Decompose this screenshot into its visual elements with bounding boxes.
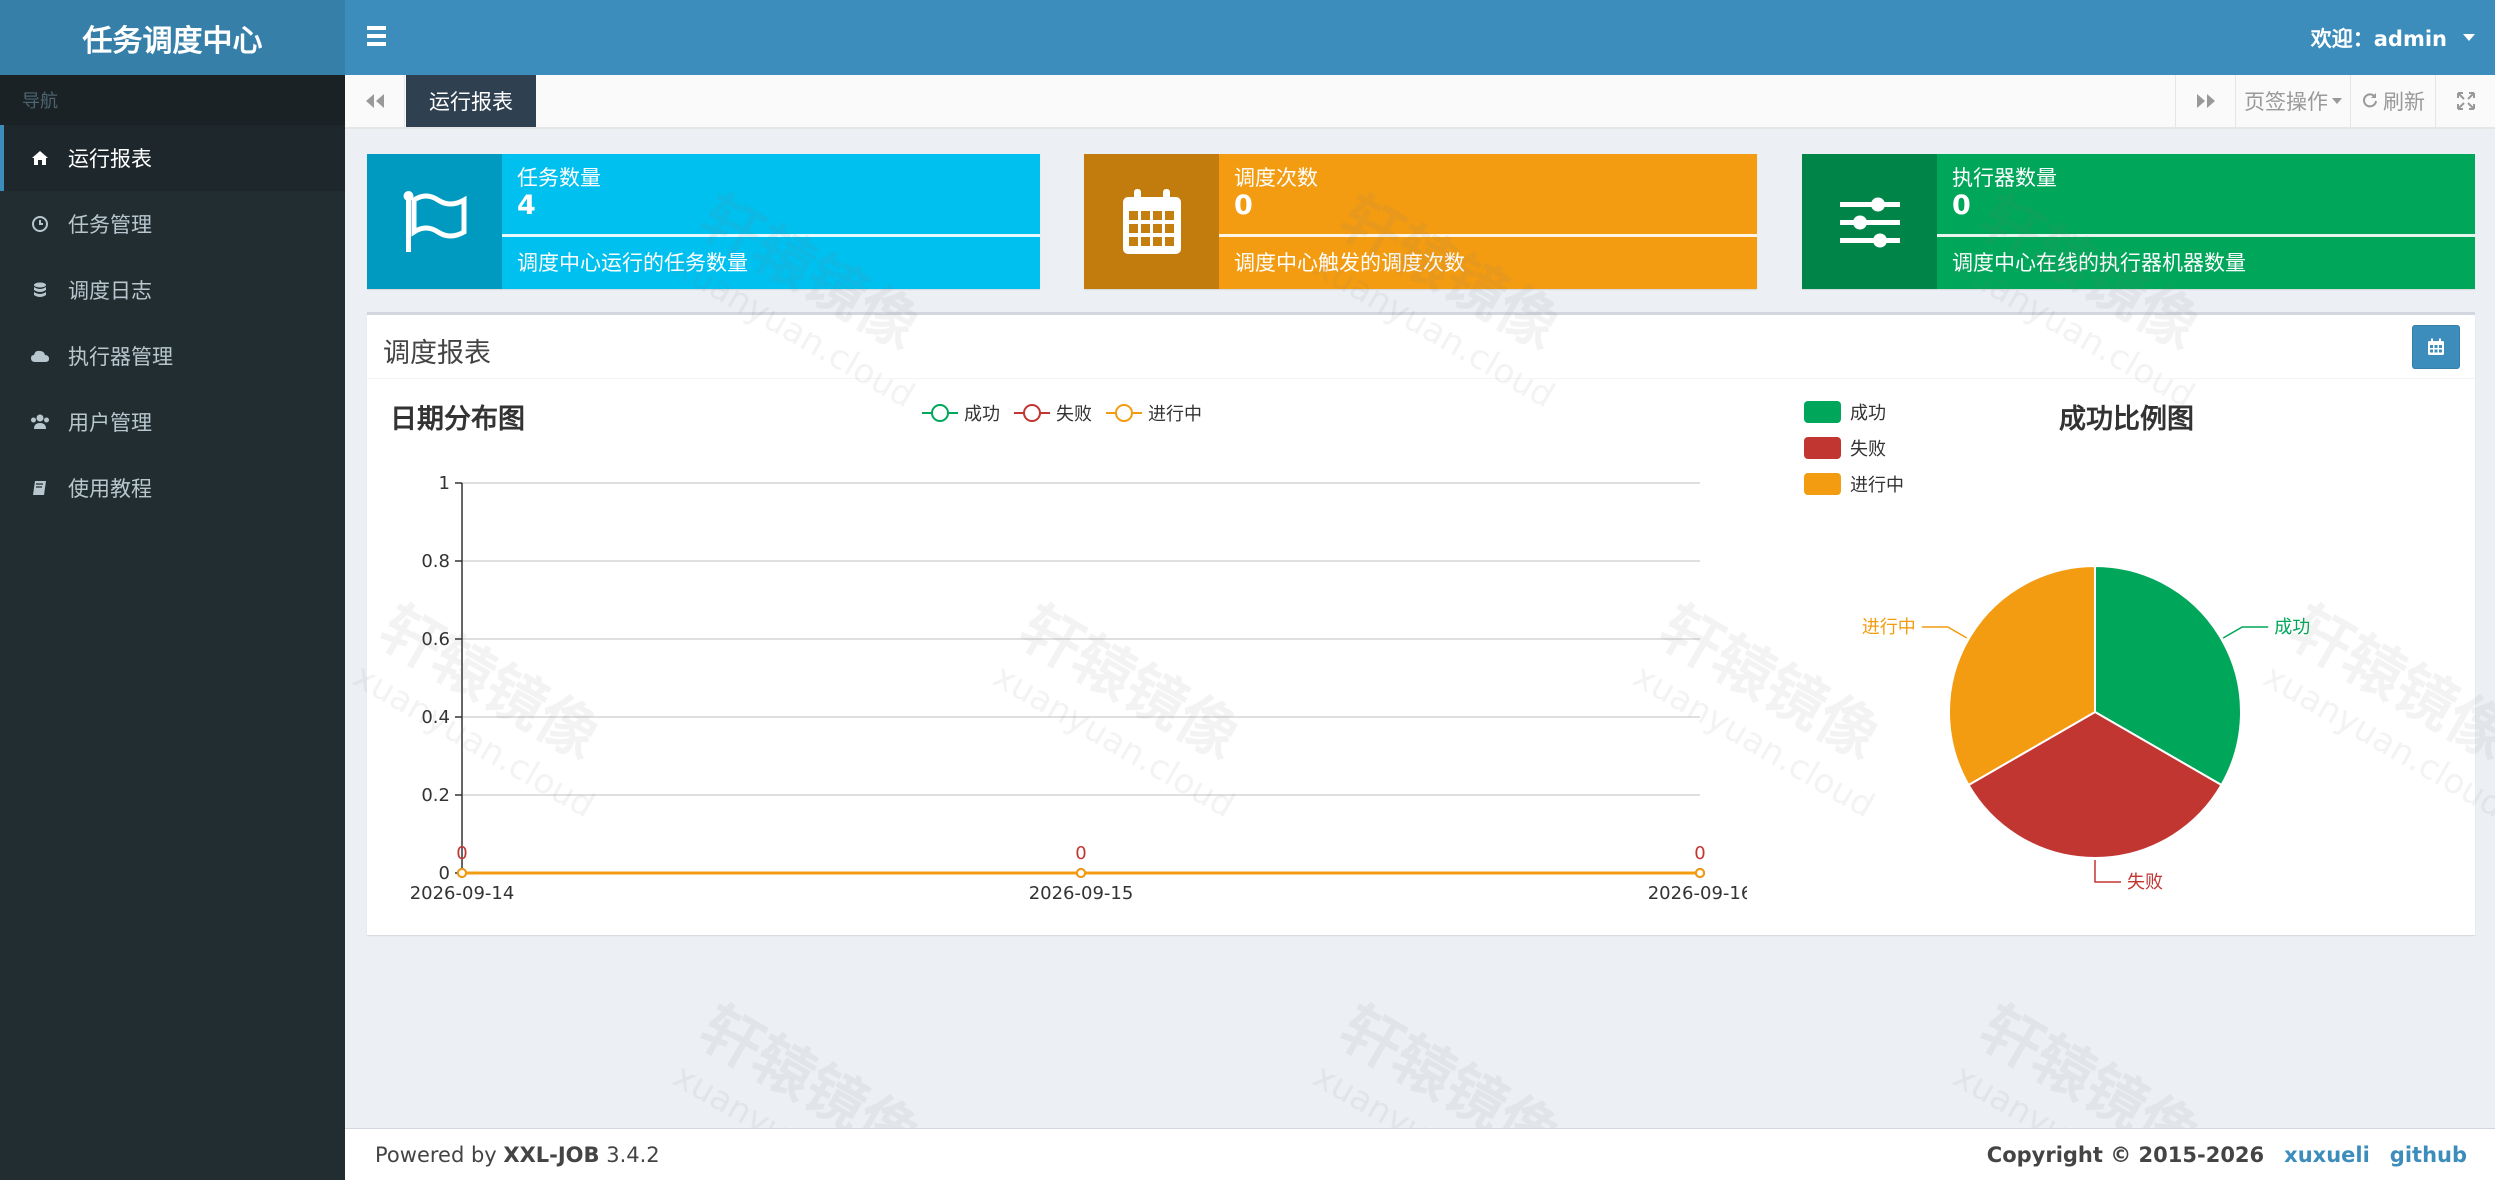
sidebar: 导航 运行报表 任务管理 调度日志 执行器管理 用户管理 使用教程 [0, 75, 345, 1180]
footer-prefix: Powered by [375, 1143, 504, 1167]
app-title: 任务调度中心 [82, 23, 263, 59]
sidebar-item-users[interactable]: 用户管理 [0, 389, 345, 455]
welcome-text: 欢迎：admin [2310, 26, 2447, 51]
database-icon [30, 280, 50, 300]
x-tick-label: 2026-09-15 [1029, 883, 1134, 904]
book-icon [30, 478, 50, 498]
info-number: 0 [1952, 190, 1971, 221]
pie-label-line [2222, 626, 2269, 639]
info-description: 调度中心在线的执行器机器数量 [1952, 251, 2246, 275]
pie-label: 失败 [2127, 872, 2163, 893]
data-label: 0 [456, 843, 467, 864]
y-tick-label: 1 [439, 473, 450, 494]
github-link[interactable]: github [2390, 1143, 2467, 1167]
data-point[interactable] [1695, 868, 1705, 878]
y-tick-label: 0.6 [421, 629, 450, 650]
refresh-icon [2363, 93, 2377, 108]
y-tick-label: 0.8 [421, 551, 450, 572]
pie-label-line [1921, 626, 1968, 639]
data-point[interactable] [1076, 868, 1086, 878]
pie-label-line [2094, 860, 2121, 883]
sidebar-item-label: 运行报表 [68, 147, 152, 171]
footer-product: XXL-JOB [503, 1143, 600, 1167]
x-tick-label: 2026-09-14 [410, 883, 515, 904]
pie-label: 进行中 [1862, 617, 1916, 638]
sidebar-item-label: 用户管理 [68, 411, 152, 435]
caret-down-icon [2463, 34, 2475, 41]
info-box-job-count: 任务数量 4 调度中心运行的任务数量 [367, 154, 1040, 289]
clock-icon [30, 214, 50, 234]
report-panel: 调度报表 日期分布图 成功 失败 进行中 0 0.2 0.4 0.6 0.8 1 2026-… [367, 312, 2475, 935]
user-menu[interactable]: 欢迎：admin [2311, 0, 2475, 75]
sidebar-item-label: 调度日志 [68, 279, 152, 303]
author-link[interactable]: xuxueli [2284, 1143, 2370, 1167]
data-label: 0 [1694, 843, 1705, 864]
x-tick-label: 2026-09-16 [1648, 883, 1747, 904]
info-description: 调度中心触发的调度次数 [1234, 251, 1465, 275]
cloud-icon [30, 346, 50, 366]
footer-powered-by: Powered by XXL-JOB 3.4.2 [375, 1143, 660, 1167]
sidebar-item-label: 执行器管理 [68, 345, 173, 369]
footer-copyright: Copyright © 2015-2026 xuxueli github [1987, 1143, 2467, 1167]
info-number: 0 [1234, 190, 1253, 221]
sidebar-item-docs[interactable]: 使用教程 [0, 455, 345, 521]
users-icon [30, 412, 50, 432]
refresh-button[interactable]: 刷新 [2350, 75, 2435, 127]
info-box-executor-count: 执行器数量 0 调度中心在线的执行器机器数量 [1802, 154, 2475, 289]
tab-ops-label: 页签操作 [2244, 90, 2328, 114]
info-title: 执行器数量 [1952, 166, 2057, 190]
y-tick-label: 0 [439, 863, 450, 884]
sidebar-item-label: 使用教程 [68, 477, 152, 501]
app-brand[interactable]: 任务调度中心 [0, 0, 345, 75]
info-box-trigger-count: 调度次数 0 调度中心触发的调度次数 [1084, 154, 1757, 289]
info-title: 任务数量 [517, 166, 601, 190]
copyright-text: Copyright © 2015-2026 [1986, 1143, 2265, 1167]
sidebar-item-executors[interactable]: 执行器管理 [0, 323, 345, 389]
caret-down-icon [2332, 98, 2342, 104]
data-label: 0 [1075, 843, 1086, 864]
sidebar-item-label: 任务管理 [68, 213, 152, 237]
refresh-label: 刷新 [2383, 90, 2425, 114]
home-icon [30, 148, 50, 168]
sliders-icon [1802, 154, 1937, 289]
tab-bar: 运行报表 页签操作 刷新 [345, 75, 2495, 129]
data-point[interactable] [457, 868, 467, 878]
tab-toolbar: 页签操作 刷新 [2175, 75, 2495, 127]
line-chart: 0 0.2 0.4 0.6 0.8 1 2026-09-14 2026-09-15 2026-0… [410, 473, 1747, 904]
info-description: 调度中心运行的任务数量 [517, 251, 748, 275]
tab-scroll-right-icon[interactable] [2175, 75, 2235, 127]
flag-icon [367, 154, 502, 289]
calendar-icon [1084, 154, 1219, 289]
pie-label: 成功 [2274, 617, 2310, 638]
y-tick-label: 0.2 [421, 785, 450, 806]
footer-version: 3.4.2 [599, 1143, 660, 1167]
tab-scroll-left-icon[interactable] [345, 75, 405, 127]
tab-ops-dropdown[interactable]: 页签操作 [2235, 75, 2350, 127]
tab-label: 运行报表 [429, 90, 513, 114]
info-number: 4 [517, 190, 536, 221]
footer: Powered by XXL-JOB 3.4.2 Copyright © 201… [345, 1128, 2495, 1180]
fullscreen-icon[interactable] [2435, 75, 2495, 127]
y-tick-label: 0.4 [421, 707, 450, 728]
pie-chart: 成功失败 进行中 [1862, 564, 2310, 893]
sidebar-item-jobs[interactable]: 任务管理 [0, 191, 345, 257]
sidebar-item-report[interactable]: 运行报表 [0, 125, 345, 191]
top-navbar: 欢迎：admin [345, 0, 2495, 75]
info-title: 调度次数 [1234, 166, 1318, 190]
sidebar-toggle-icon[interactable] [367, 22, 397, 52]
sidebar-header: 导航 [0, 75, 345, 125]
sidebar-item-logs[interactable]: 调度日志 [0, 257, 345, 323]
tab-report[interactable]: 运行报表 [406, 75, 536, 127]
